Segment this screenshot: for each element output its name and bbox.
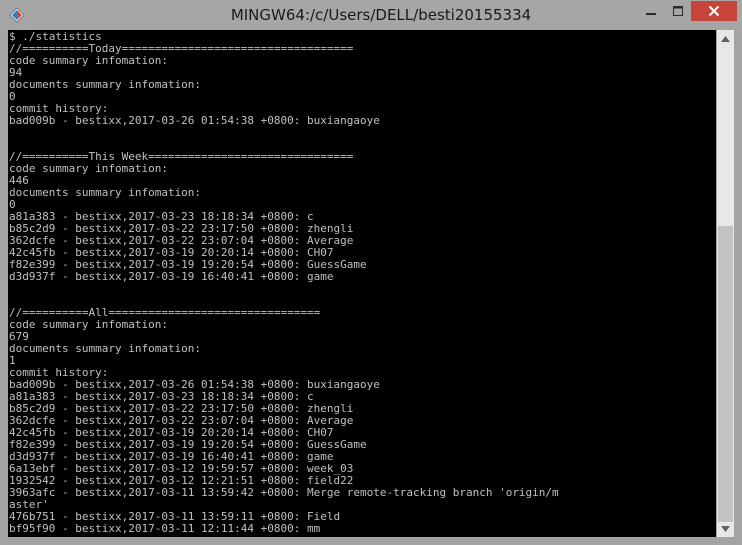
title-bar[interactable]: MINGW64:/c/Users/DELL/besti20155334 <box>0 0 742 30</box>
window-title-label: MINGW64:/c/Users/DELL/besti20155334 <box>230 6 532 24</box>
terminal-output[interactable]: $ ./statistics//==========Today=========… <box>8 30 716 537</box>
terminal-line: d3d937f - bestixx,2017-03-19 16:40:41 +0… <box>9 270 334 283</box>
terminal-line: code summary infomation: <box>9 318 168 331</box>
window-title: MINGW64:/c/Users/DELL/besti20155334 <box>0 6 742 24</box>
terminal-text: $ ./statistics//==========Today=========… <box>9 31 559 535</box>
scroll-up-button[interactable] <box>717 30 734 47</box>
close-icon <box>708 5 720 17</box>
vertical-scrollbar[interactable] <box>717 30 734 537</box>
terminal-line: documents summary infomation: <box>9 186 202 199</box>
scroll-thumb[interactable] <box>718 226 733 522</box>
terminal-window: MINGW64:/c/Users/DELL/besti20155334 $ ./… <box>0 0 742 545</box>
terminal-line: documents summary infomation: <box>9 78 202 91</box>
scroll-down-button[interactable] <box>717 520 734 537</box>
minimize-icon <box>646 13 656 15</box>
scroll-down-arrow-icon <box>721 525 730 532</box>
terminal-line: code summary infomation: <box>9 54 168 67</box>
maximize-button[interactable] <box>665 1 691 21</box>
window-bottom-border <box>8 537 734 545</box>
terminal-line: bf95f90 - bestixx,2017-03-11 12:11:44 +0… <box>9 522 321 535</box>
terminal-line: bad009b - bestixx,2017-03-26 01:54:38 +0… <box>9 114 380 127</box>
terminal-line: 3963afc - bestixx,2017-03-11 13:59:42 +0… <box>9 486 559 499</box>
minimize-button[interactable] <box>637 1 665 21</box>
close-button[interactable] <box>691 1 737 21</box>
terminal-line: documents summary infomation: <box>9 342 202 355</box>
terminal-line: code summary infomation: <box>9 162 168 175</box>
maximize-icon <box>673 6 683 16</box>
scroll-up-arrow-icon <box>721 35 730 42</box>
